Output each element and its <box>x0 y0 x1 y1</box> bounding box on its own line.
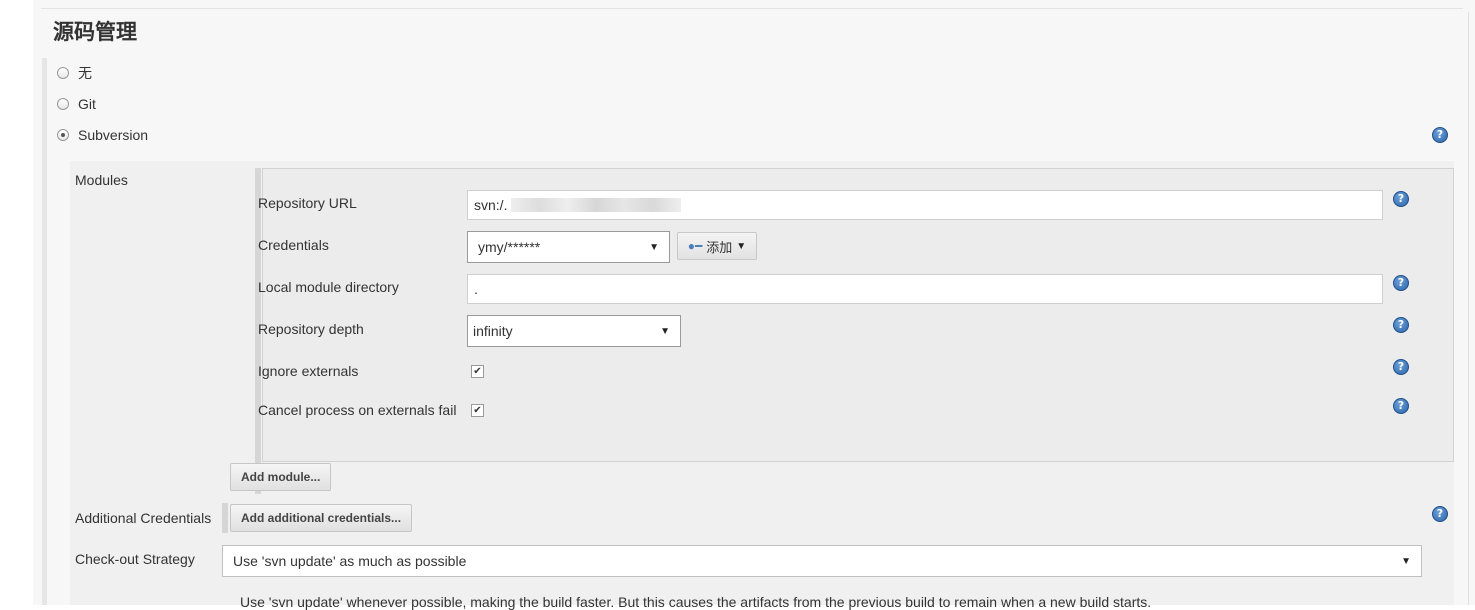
help-icon[interactable]: ? <box>1393 191 1409 207</box>
chevron-down-icon: ▼ <box>660 325 670 337</box>
scm-option-none[interactable]: 无 <box>57 62 92 84</box>
radio-git-label: Git <box>78 96 96 112</box>
help-icon[interactable]: ? <box>1393 359 1409 375</box>
cancel-process-label: Cancel process on externals fail <box>258 402 457 418</box>
credentials-label: Credentials <box>258 237 329 253</box>
key-icon: ●━ <box>687 239 703 253</box>
help-icon[interactable]: ? <box>1432 506 1448 522</box>
add-credentials-button[interactable]: ●━ 添加 ▼ <box>677 232 757 260</box>
local-module-directory-input[interactable]: . <box>467 274 1383 304</box>
radio-git[interactable] <box>57 98 69 110</box>
credentials-select[interactable]: ymy/****** ▼ <box>467 231 670 263</box>
help-icon[interactable]: ? <box>1393 275 1409 291</box>
add-additional-credentials-button[interactable]: Add additional credentials... <box>230 504 413 532</box>
radio-subversion-label: Subversion <box>78 127 149 143</box>
add-module-button[interactable]: Add module... <box>230 463 332 491</box>
checkout-strategy-select[interactable]: Use 'svn update' as much as possible ▼ <box>222 545 1422 577</box>
repository-depth-label: Repository depth <box>258 321 364 337</box>
local-module-directory-value: . <box>474 281 478 297</box>
modules-label: Modules <box>75 172 128 188</box>
repository-url-input[interactable]: svn:/. <box>467 190 1383 220</box>
additional-credentials-label: Additional Credentials <box>75 510 212 526</box>
repository-url-label: Repository URL <box>258 195 357 211</box>
section-indent-bar <box>42 58 47 605</box>
redacted-url-region <box>511 198 682 212</box>
credentials-selected: ymy/****** <box>478 239 541 255</box>
scm-option-subversion[interactable]: Subversion <box>57 124 148 146</box>
section-divider <box>41 8 1463 9</box>
chevron-down-icon: ▼ <box>1401 555 1411 567</box>
chevron-down-icon: ▼ <box>649 241 659 253</box>
additional-credentials-indent-bar <box>222 503 228 533</box>
checkout-strategy-label: Check-out Strategy <box>75 551 195 567</box>
add-credentials-label: 添加 <box>706 239 733 255</box>
repository-depth-selected: infinity <box>473 323 513 339</box>
right-divider <box>1468 12 1469 605</box>
section-title: 源码管理 <box>53 21 137 44</box>
local-module-directory-label: Local module directory <box>258 279 399 295</box>
repository-url-value: svn:/. <box>474 197 508 213</box>
repository-depth-select[interactable]: infinity ▼ <box>467 315 681 347</box>
help-icon[interactable]: ? <box>1432 127 1448 143</box>
ignore-externals-label: Ignore externals <box>258 363 359 379</box>
radio-none-label: 无 <box>78 65 92 81</box>
cancel-process-checkbox[interactable]: ✔ <box>471 404 484 417</box>
checkout-strategy-description: Use 'svn update' whenever possible, maki… <box>240 594 1152 610</box>
checkout-strategy-selected: Use 'svn update' as much as possible <box>233 553 467 569</box>
radio-none[interactable] <box>57 67 69 79</box>
help-icon[interactable]: ? <box>1393 317 1409 333</box>
ignore-externals-checkbox[interactable]: ✔ <box>471 365 484 378</box>
scm-option-git[interactable]: Git <box>57 93 96 115</box>
chevron-down-icon: ▼ <box>736 240 747 252</box>
radio-subversion[interactable] <box>57 129 69 141</box>
help-icon[interactable]: ? <box>1393 398 1409 414</box>
page-margin <box>0 0 33 605</box>
